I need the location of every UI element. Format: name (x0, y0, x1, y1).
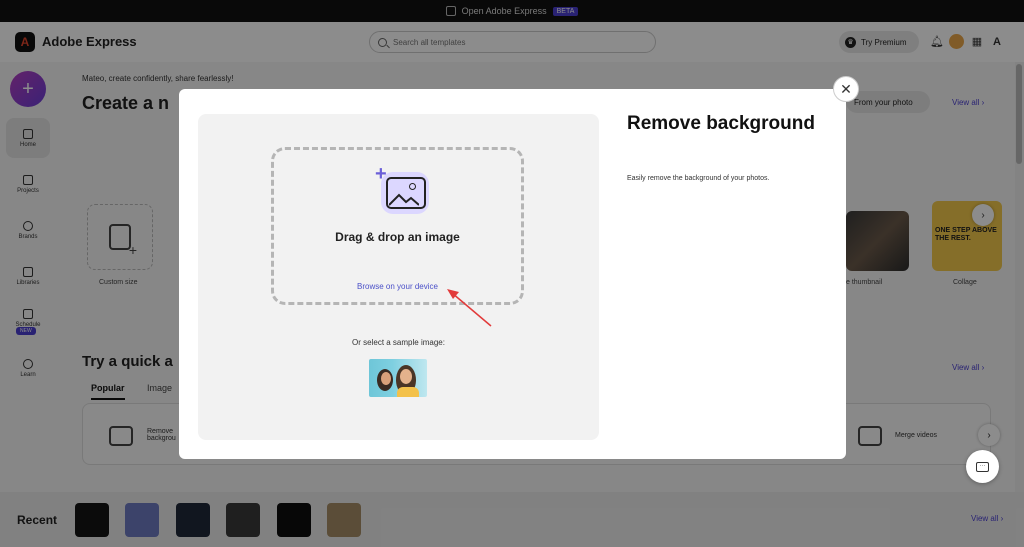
image-dropzone[interactable]: + Drag & drop an image Browse on your de… (271, 147, 524, 305)
sample-image-label: Or select a sample image: (352, 338, 445, 347)
close-dialog-button[interactable]: ✕ (833, 76, 859, 102)
drag-drop-title: Drag & drop an image (335, 230, 460, 244)
dialog-title: Remove background (627, 113, 815, 134)
add-image-icon: + (375, 164, 431, 216)
remove-background-dialog: + Drag & drop an image Browse on your de… (179, 89, 846, 459)
sample-image[interactable] (369, 359, 427, 397)
upload-panel: + Drag & drop an image Browse on your de… (198, 114, 599, 440)
dialog-description: Easily remove the background of your pho… (627, 175, 770, 182)
chat-icon: ··· (976, 461, 989, 472)
browse-device-link[interactable]: Browse on your device (274, 282, 521, 291)
feedback-chat-button[interactable]: ··· (966, 450, 999, 483)
